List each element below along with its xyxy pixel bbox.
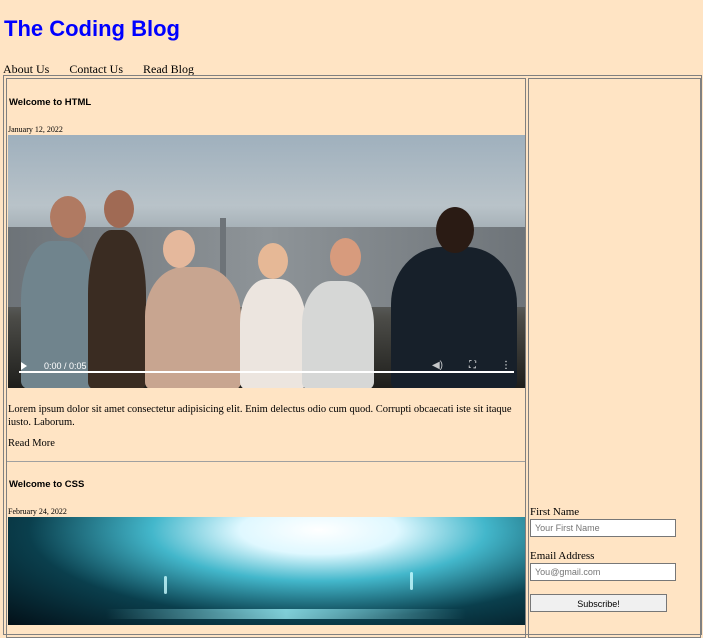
first-name-label: First Name [530, 506, 580, 518]
site-title: The Coding Blog [4, 16, 180, 41]
light-spark [164, 576, 167, 594]
video-person-head [50, 196, 86, 238]
blog-content-column: Welcome to HTML January 12, 2022 0:00 / … [6, 78, 526, 638]
nav-contact-us[interactable]: Contact Us [69, 62, 123, 76]
layout-table: Welcome to HTML January 12, 2022 0:00 / … [3, 75, 702, 638]
video-time: 0:00 / 0:05 [44, 361, 87, 371]
post-body: Lorem ipsum dolor sit amet consectetur a… [8, 404, 512, 428]
html-video-player[interactable]: 0:00 / 0:05 ◀) ⛶ ⋮ [8, 135, 525, 388]
email-address-input[interactable] [530, 563, 676, 581]
post-css: Welcome to CSS February 24, 2022 [7, 462, 525, 637]
email-address-label: Email Address [530, 550, 595, 562]
volume-icon[interactable]: ◀) [432, 360, 443, 371]
css-featured-image [8, 517, 525, 625]
video-person-head [104, 190, 134, 228]
light-beam [106, 609, 466, 619]
nav-read-blog[interactable]: Read Blog [143, 62, 194, 76]
subscription-sidebar: First Name Email Address Subscribe! [528, 78, 701, 638]
video-controls: 0:00 / 0:05 ◀) ⛶ ⋮ [8, 348, 525, 388]
more-options-icon[interactable]: ⋮ [501, 360, 511, 371]
post-html: Welcome to HTML January 12, 2022 0:00 / … [7, 79, 525, 462]
light-spark [410, 572, 413, 590]
post-date: February 24, 2022 [8, 507, 67, 516]
video-person-head [436, 207, 474, 253]
first-name-input[interactable] [530, 519, 676, 537]
subscribe-button[interactable]: Subscribe! [530, 594, 667, 612]
fullscreen-icon[interactable]: ⛶ [469, 360, 476, 371]
video-progress-bar[interactable] [19, 371, 514, 373]
play-icon[interactable] [21, 362, 27, 370]
video-person-head [163, 230, 195, 268]
video-person-head [258, 243, 288, 279]
post-date: January 12, 2022 [8, 125, 63, 134]
post-title: Welcome to HTML [9, 97, 92, 108]
read-more-link[interactable]: Read More [8, 438, 55, 449]
nav-about-us[interactable]: About Us [3, 62, 49, 76]
video-person-head [330, 238, 361, 276]
post-title: Welcome to CSS [9, 479, 85, 490]
